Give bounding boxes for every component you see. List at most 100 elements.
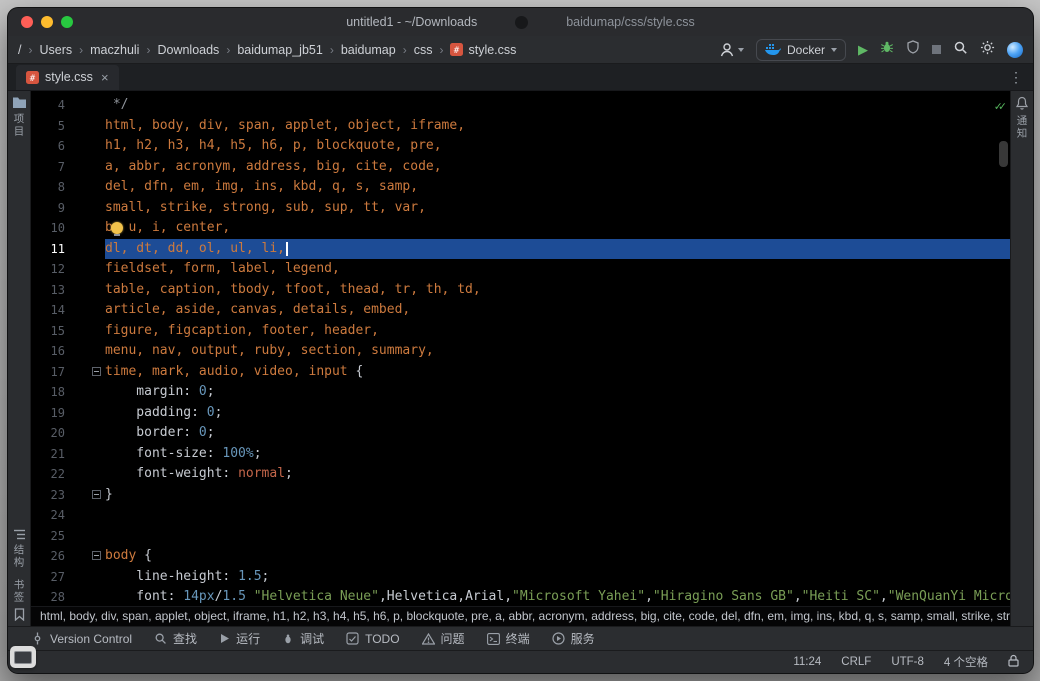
breadcrumb-root[interactable]: / [18, 43, 21, 57]
code-line[interactable]: 22 font-weight: normal; [31, 464, 1010, 485]
code-line[interactable]: 10b, u, i, center, [31, 218, 1010, 239]
line-number[interactable]: 28 [31, 587, 65, 606]
toolwindow-structure-button[interactable]: 结构 [12, 524, 27, 574]
line-number[interactable]: 7 [31, 157, 65, 178]
code-line[interactable]: 14article, aside, canvas, details, embed… [31, 300, 1010, 321]
line-number[interactable]: 12 [31, 259, 65, 280]
close-window-button[interactable] [21, 16, 33, 28]
code-line[interactable]: 20 border: 0; [31, 423, 1010, 444]
line-number[interactable]: 16 [31, 341, 65, 362]
line-number[interactable]: 5 [31, 116, 65, 137]
toolwindow-todo-button[interactable]: TODO [337, 627, 408, 650]
code-line[interactable]: 9small, strike, strong, sub, sup, tt, va… [31, 198, 1010, 219]
line-number[interactable]: 11 [31, 239, 65, 260]
editor-breadcrumbs-bar[interactable]: html, body, div, span, applet, object, i… [31, 606, 1010, 626]
fold-marker-icon[interactable] [92, 551, 101, 560]
breadcrumb-maczhuli[interactable]: maczhuli [90, 43, 139, 57]
code-line[interactable]: 19 padding: 0; [31, 403, 1010, 424]
code-line[interactable]: 16menu, nav, output, ruby, section, summ… [31, 341, 1010, 362]
line-number[interactable]: 15 [31, 321, 65, 342]
code-line[interactable]: 4 */ [31, 95, 1010, 116]
line-number[interactable]: 8 [31, 177, 65, 198]
settings-button[interactable] [980, 40, 995, 60]
toolwindow-run-button[interactable]: 运行 [210, 627, 269, 650]
code-line[interactable]: 6h1, h2, h3, h4, h5, h6, p, blockquote, … [31, 136, 1010, 157]
run-button[interactable]: ▶ [858, 43, 868, 56]
code-line[interactable]: 23} [31, 485, 1010, 506]
fullscreen-window-button[interactable] [61, 16, 73, 28]
code-line[interactable]: 17time, mark, audio, video, input { [31, 362, 1010, 383]
more-icon[interactable]: ⋮ [999, 69, 1033, 86]
window-preview-icon[interactable] [10, 646, 36, 668]
fold-marker-icon[interactable] [92, 490, 101, 499]
toolwindow-version-control-button[interactable]: Version Control [22, 627, 141, 650]
toolwindow-services-button[interactable]: 服务 [543, 627, 604, 650]
intention-bulb-icon[interactable] [111, 222, 123, 234]
line-number[interactable]: 10 [31, 218, 65, 239]
line-number[interactable]: 13 [31, 280, 65, 301]
line-number[interactable]: 9 [31, 198, 65, 219]
indent-widget[interactable]: 4 个空格 [944, 654, 988, 670]
line-number[interactable]: 23 [31, 485, 65, 506]
line-number[interactable]: 26 [31, 546, 65, 567]
breadcrumb-baidumap-jb51[interactable]: baidumap_jb51 [237, 43, 323, 57]
read-only-toggle[interactable] [1008, 654, 1019, 670]
breadcrumb-style-css[interactable]: # style.css [450, 43, 516, 57]
code-editor[interactable]: 4 */5html, body, div, span, applet, obje… [31, 91, 1010, 606]
line-number[interactable]: 17 [31, 362, 65, 383]
line-number[interactable]: 21 [31, 444, 65, 465]
toolwindow-terminal-button[interactable]: 终端 [478, 627, 539, 650]
code-line[interactable]: 12fieldset, form, label, legend, [31, 259, 1010, 280]
breadcrumb-downloads[interactable]: Downloads [157, 43, 219, 57]
encoding-widget[interactable]: UTF-8 [891, 656, 924, 668]
profile-button[interactable] [719, 42, 744, 58]
line-number[interactable]: 18 [31, 382, 65, 403]
line-number[interactable]: 24 [31, 505, 65, 526]
close-tab-icon[interactable]: × [101, 70, 109, 85]
tab-style-css[interactable]: # style.css × [16, 65, 119, 90]
scrollbar-thumb[interactable] [999, 141, 1008, 167]
line-number[interactable]: 20 [31, 423, 65, 444]
caret-position-widget[interactable]: 11:24 [793, 656, 821, 668]
toolwindow-bookmarks-button[interactable]: 书签 [12, 574, 27, 626]
toolwindow-problems-button[interactable]: 问题 [413, 627, 474, 650]
assistant-sphere-icon[interactable] [1007, 42, 1023, 58]
line-number[interactable]: 4 [31, 95, 65, 116]
code-line[interactable]: 11dl, dt, dd, ol, ul, li, [31, 239, 1010, 260]
code-line[interactable]: 27 line-height: 1.5; [31, 567, 1010, 588]
code-line[interactable]: 28 font: 14px/1.5 "Helvetica Neue",Helve… [31, 587, 1010, 606]
line-number[interactable]: 14 [31, 300, 65, 321]
line-number[interactable]: 22 [31, 464, 65, 485]
debug-button[interactable] [880, 40, 894, 59]
code-line[interactable]: 26body { [31, 546, 1010, 567]
code-line[interactable]: 24 [31, 505, 1010, 526]
fold-marker-icon[interactable] [92, 367, 101, 376]
code-line[interactable]: 18 margin: 0; [31, 382, 1010, 403]
minimize-window-button[interactable] [41, 16, 53, 28]
toolwindow-project-button[interactable]: 项目 [12, 91, 27, 143]
line-number[interactable]: 25 [31, 526, 65, 547]
breadcrumb-css[interactable]: css [414, 43, 433, 57]
code-line[interactable]: 8del, dfn, em, img, ins, kbd, q, s, samp… [31, 177, 1010, 198]
run-configuration-select[interactable]: Docker [756, 39, 846, 61]
code-line[interactable]: 21 font-size: 100%; [31, 444, 1010, 465]
breadcrumb-baidumap[interactable]: baidumap [341, 43, 396, 57]
line-number[interactable]: 19 [31, 403, 65, 424]
search-everywhere-button[interactable] [953, 40, 968, 60]
line-separator-widget[interactable]: CRLF [841, 656, 871, 668]
line-number[interactable]: 6 [31, 136, 65, 157]
code-line[interactable]: 15figure, figcaption, footer, header, [31, 321, 1010, 342]
toolwindow-button-label: 终端 [506, 630, 530, 647]
line-number[interactable]: 27 [31, 567, 65, 588]
stop-button[interactable] [932, 45, 941, 54]
code-line[interactable]: 13table, caption, tbody, tfoot, thead, t… [31, 280, 1010, 301]
toolwindow-notifications-button[interactable]: 通知 [1015, 91, 1030, 145]
code-line[interactable]: 5html, body, div, span, applet, object, … [31, 116, 1010, 137]
toolwindow-debug-button[interactable]: 调试 [273, 627, 333, 650]
code-line[interactable]: 7a, abbr, acronym, address, big, cite, c… [31, 157, 1010, 178]
breadcrumb-users[interactable]: Users [39, 43, 72, 57]
toolwindow-find-button[interactable]: 查找 [145, 627, 206, 650]
inspections-check-icon[interactable]: ✓✓ [995, 99, 1003, 113]
code-line[interactable]: 25 [31, 526, 1010, 547]
coverage-button[interactable] [906, 40, 920, 59]
